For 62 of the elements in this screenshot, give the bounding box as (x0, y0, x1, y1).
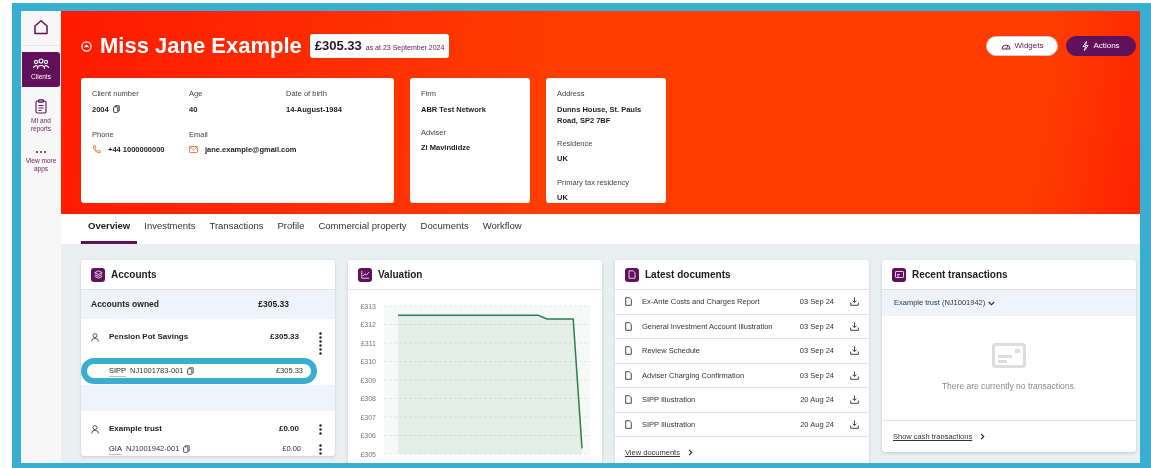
actions-button[interactable]: Actions (1066, 36, 1136, 57)
tab[interactable]: Workflow (475, 218, 529, 244)
widgets-button[interactable]: Widgets (986, 36, 1058, 57)
layers-icon (91, 267, 105, 282)
tab[interactable]: Overview (81, 218, 138, 244)
download-icon (850, 395, 859, 405)
collapse-icon[interactable] (81, 40, 92, 52)
document-icon (625, 395, 632, 405)
person-icon (91, 424, 99, 434)
document-icon (625, 419, 632, 429)
account-holder: Pension Pot Savings (109, 331, 190, 343)
lightning-icon (1082, 41, 1090, 52)
owned-total: £305.33 (258, 298, 289, 311)
tab[interactable]: Transactions (202, 218, 271, 244)
document-icon (625, 321, 632, 331)
tab[interactable]: Commercial property (311, 218, 414, 244)
more-icon (35, 150, 47, 155)
phone-icon (92, 145, 101, 155)
chevron-down-icon (988, 300, 996, 306)
document-icon (625, 267, 639, 282)
empty-card-icon (992, 343, 1026, 369)
download-icon (850, 297, 859, 307)
download-button[interactable] (850, 297, 859, 307)
card-title: Latest documents (645, 268, 731, 281)
chevron-right-icon (687, 449, 693, 457)
card-title: Valuation (378, 268, 423, 281)
card-title: Accounts (111, 268, 157, 281)
copy-icon[interactable] (112, 105, 120, 114)
person-icon (91, 332, 99, 342)
balance-value: £305.33 (314, 37, 362, 56)
gauge-icon (1000, 42, 1011, 51)
client-name: Miss Jane Example (100, 33, 302, 60)
document-icon (625, 370, 632, 380)
holder-total: £305.33 (270, 331, 299, 343)
chevron-right-icon (980, 433, 986, 441)
download-icon (850, 321, 859, 331)
chart-icon (358, 267, 372, 282)
empty-message: There are currently no transactions. (941, 380, 1077, 393)
tab[interactable]: Profile (270, 218, 312, 244)
home-icon (33, 19, 49, 35)
download-button[interactable] (850, 419, 859, 429)
download-button[interactable] (850, 346, 859, 356)
download-icon (850, 370, 859, 380)
people-icon (33, 58, 49, 70)
copy-icon[interactable] (187, 367, 195, 375)
download-icon (850, 419, 859, 429)
document-icon (625, 346, 632, 356)
account-holder: Example trust (109, 423, 163, 435)
receipt-icon (892, 267, 906, 282)
download-button[interactable] (850, 370, 859, 380)
tab[interactable]: Investments (137, 218, 203, 244)
owned-label: Accounts owned (91, 298, 159, 311)
download-button[interactable] (850, 395, 859, 405)
tab[interactable]: Documents (413, 218, 476, 244)
clipboard-icon (35, 98, 47, 114)
document-icon (625, 297, 632, 307)
holder-total: £0.00 (278, 423, 299, 435)
card-title: Recent transactions (912, 268, 1008, 281)
download-icon (850, 346, 859, 356)
copy-icon[interactable] (183, 445, 191, 453)
mail-icon (189, 146, 198, 154)
download-button[interactable] (850, 321, 859, 331)
